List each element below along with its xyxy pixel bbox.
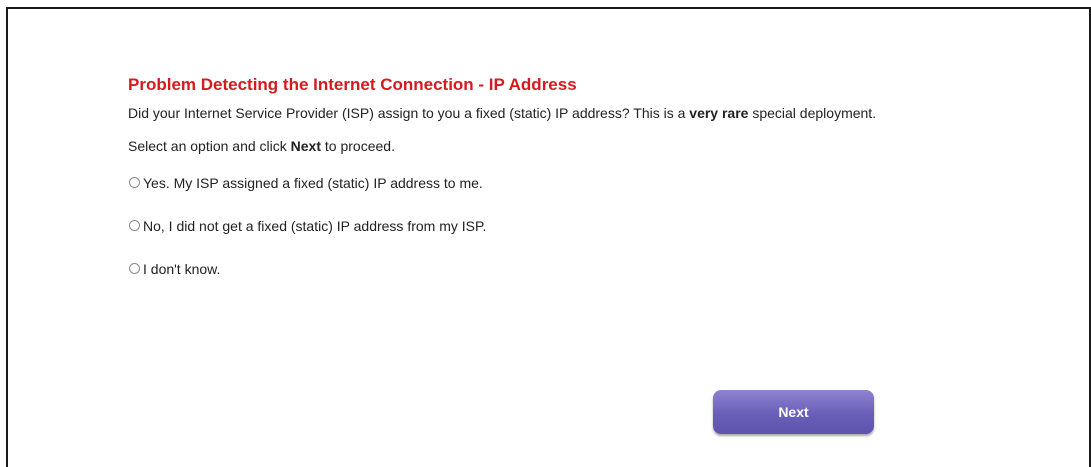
- description-text-part2: special deployment.: [748, 105, 877, 121]
- radio-no-static-ip[interactable]: [129, 220, 140, 231]
- option-yes-label: Yes. My ISP assigned a fixed (static) IP…: [143, 174, 483, 191]
- instruction-emphasis: Next: [290, 138, 322, 154]
- option-no-static-ip[interactable]: No, I did not get a fixed (static) IP ad…: [128, 217, 968, 234]
- option-no-label: No, I did not get a fixed (static) IP ad…: [143, 217, 487, 234]
- radio-dont-know[interactable]: [129, 263, 140, 274]
- instruction-text: Select an option and click Next to proce…: [128, 138, 968, 155]
- ip-option-group: Yes. My ISP assigned a fixed (static) IP…: [128, 174, 968, 277]
- option-yes-static-ip[interactable]: Yes. My ISP assigned a fixed (static) IP…: [128, 174, 968, 191]
- content-area: Problem Detecting the Internet Connectio…: [128, 75, 968, 303]
- description-emphasis: very rare: [689, 105, 749, 121]
- description-text-part1: Did your Internet Service Provider (ISP)…: [128, 105, 690, 121]
- page-frame: Problem Detecting the Internet Connectio…: [6, 7, 1091, 467]
- option-dont-know[interactable]: I don't know.: [128, 260, 968, 277]
- instruction-text-part1: Select an option and click: [128, 138, 291, 154]
- next-button[interactable]: Next: [713, 390, 874, 434]
- description-text: Did your Internet Service Provider (ISP)…: [128, 105, 968, 122]
- option-dont-know-label: I don't know.: [143, 260, 221, 277]
- instruction-text-part2: to proceed.: [321, 138, 395, 154]
- radio-yes-static-ip[interactable]: [129, 177, 140, 188]
- page-title: Problem Detecting the Internet Connectio…: [128, 75, 577, 94]
